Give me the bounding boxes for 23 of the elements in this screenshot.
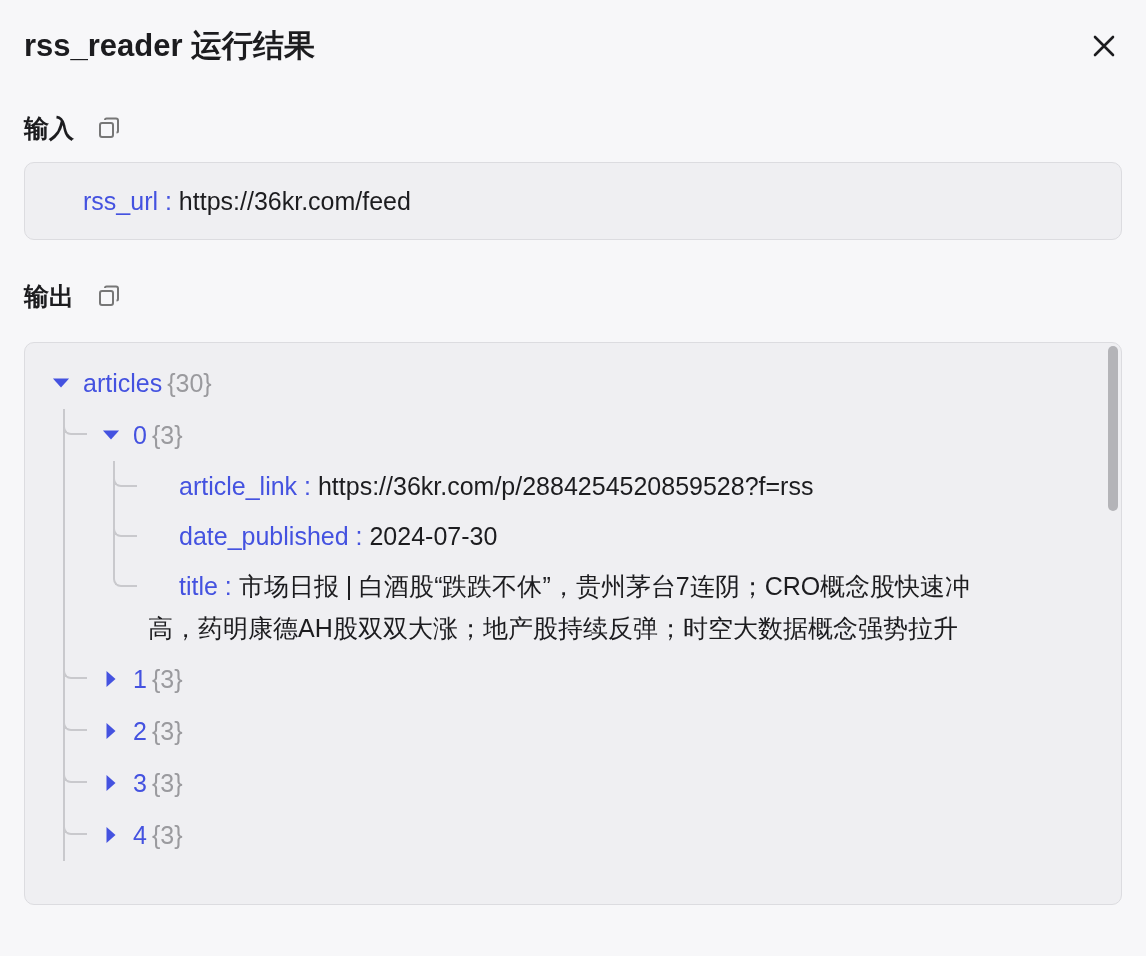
node-key[interactable]: 1	[133, 664, 147, 694]
item-count: {3}	[151, 420, 183, 450]
item-count: {3}	[151, 716, 183, 746]
field-entry: title : 市场日报 | 白酒股“跌跌不休”，贵州茅台7连阴；CRO概念股快速冲高，药明康德AH股双双大涨；地产股持续反弹；时空大数据概念强势拉升	[148, 571, 972, 644]
node-key[interactable]: 4	[133, 820, 147, 850]
section-label: 输出	[24, 280, 74, 312]
dialog-title: rss_reader 运行结果	[24, 27, 316, 65]
copy-icon[interactable]	[98, 285, 120, 307]
field-entry: rss_url : https://36kr.com/feed	[83, 186, 412, 217]
node-key[interactable]: 3	[133, 768, 147, 798]
node-key[interactable]: 2	[133, 716, 147, 746]
item-count: {3}	[151, 664, 183, 694]
close-icon[interactable]	[1092, 34, 1116, 58]
field-entry: article_link : https://36kr.com/p/2884254520859528?f=rss	[178, 471, 815, 502]
section-label: 输入	[24, 112, 74, 144]
item-count: {3}	[151, 768, 183, 798]
node-key[interactable]: 0	[133, 420, 147, 450]
item-count: {30}	[167, 368, 212, 398]
field-entry: date_published : 2024-07-30	[178, 521, 499, 552]
copy-icon[interactable]	[98, 117, 120, 139]
item-count: {3}	[151, 820, 183, 850]
node-key[interactable]: articles	[83, 368, 163, 398]
scrollbar-thumb[interactable]	[1108, 346, 1118, 511]
